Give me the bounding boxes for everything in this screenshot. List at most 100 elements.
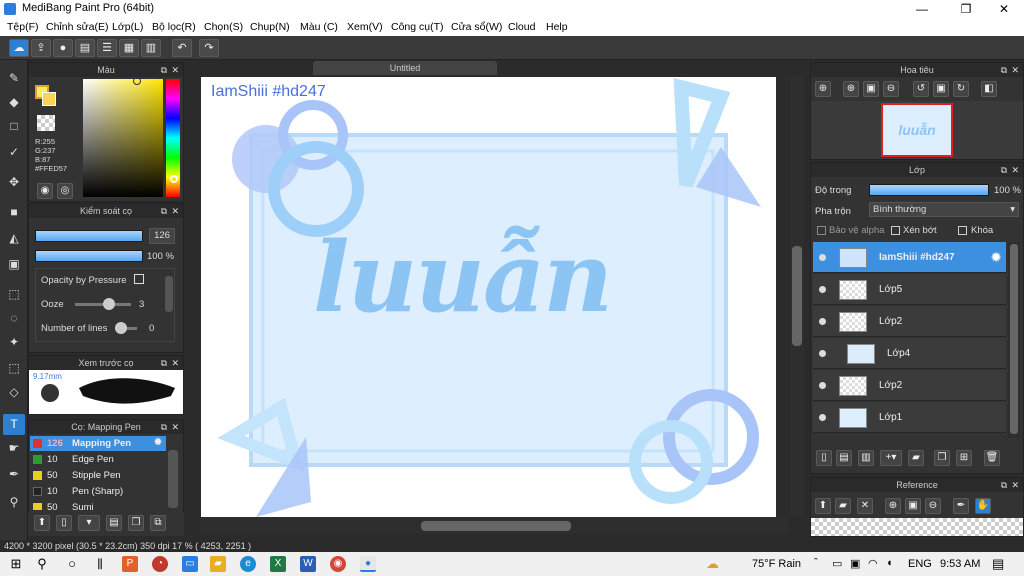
dropper-tool-icon[interactable]: ⚲ (3, 492, 25, 513)
reference-eyedropper-icon[interactable]: ✒ (953, 498, 969, 514)
brush-item-sumi[interactable]: 50 Sumi (30, 500, 166, 510)
brush-options-scrollbar[interactable] (165, 276, 173, 312)
select-rect-tool-icon[interactable]: ⬚ (3, 284, 25, 305)
panel-float-icon[interactable]: ⧉ (161, 63, 167, 77)
menu-select[interactable]: Chọn(S) (204, 21, 243, 33)
panel-float-icon[interactable]: ⧉ (1001, 63, 1007, 77)
transparent-swatch[interactable] (37, 115, 55, 131)
menu-layer[interactable]: Lớp(L) (112, 21, 143, 33)
menu-help[interactable]: Help (546, 21, 568, 33)
panel-close-icon[interactable]: ✕ (171, 63, 179, 77)
brush-item-edge-pen[interactable]: 10 Edge Pen (30, 452, 166, 467)
panel-float-icon[interactable]: ⧉ (161, 204, 167, 218)
volume-icon[interactable]: ◖ (886, 557, 893, 569)
eye-icon[interactable] (819, 414, 826, 421)
move-tool-icon[interactable]: ✥ (3, 172, 25, 193)
canvas-hscroll-thumb[interactable] (421, 521, 571, 531)
brush-menu-icon[interactable]: ▾ (78, 515, 100, 531)
panel-close-icon[interactable]: ✕ (1011, 478, 1019, 492)
bucket-tool-icon[interactable]: ◭ (3, 228, 25, 249)
brush-item-stipple-pen[interactable]: 50 Stipple Pen (30, 468, 166, 483)
zoom-in-2-icon[interactable]: ⊕ (843, 81, 859, 97)
panel-float-icon[interactable]: ⧉ (161, 420, 167, 434)
reset-view-icon[interactable]: ▣ (933, 81, 949, 97)
color-add-icon[interactable]: ◎ (57, 183, 73, 199)
gear-icon[interactable]: ✹ (990, 249, 1002, 266)
duplicate-layer-icon[interactable]: ❐ (934, 450, 950, 466)
layer-row-lop2[interactable]: Lớp2 (813, 306, 1006, 337)
navigator-thumbnail[interactable]: luuẫn (881, 103, 953, 157)
layer-row-lop2-b[interactable]: Lớp2 (813, 370, 1006, 401)
layer-row-iamshiii[interactable]: IamShiii #hd247 ✹ (813, 242, 1006, 273)
file-explorer-icon[interactable]: ▰ (210, 556, 226, 572)
eye-icon[interactable] (819, 350, 826, 357)
zoom-out-icon[interactable]: ⊖ (883, 81, 899, 97)
panel-float-icon[interactable]: ⧉ (1001, 478, 1007, 492)
language-indicator[interactable]: ENG (908, 558, 932, 570)
brush-settings-icon[interactable]: ⧉ (150, 515, 166, 531)
task-view-icon[interactable]: ○ (64, 556, 80, 572)
layer-scrollbar-thumb[interactable] (1010, 244, 1018, 434)
reference-zoom-in-icon[interactable]: ⊕ (885, 498, 901, 514)
weather-text[interactable]: 75°F Rain (752, 558, 801, 570)
color-picker-square[interactable] (83, 79, 163, 197)
eyedropper-tool-icon[interactable]: ✒ (3, 464, 25, 485)
panel-close-icon[interactable]: ✕ (1011, 163, 1019, 177)
hue-handle[interactable] (170, 175, 178, 183)
canvas-tab[interactable]: Untitled (313, 61, 497, 75)
folder-icon[interactable]: ▰ (908, 450, 924, 466)
menu-file[interactable]: Tệp(F) (7, 21, 39, 33)
eraser-tool-icon[interactable]: ◆ (3, 92, 25, 113)
panel-close-icon[interactable]: ✕ (1011, 63, 1019, 77)
reference-folder-icon[interactable]: ▰ (835, 498, 851, 514)
undo-icon[interactable]: ↶ (172, 39, 192, 57)
brush-add-icon[interactable]: ⬆ (34, 515, 50, 531)
eye-icon[interactable] (819, 286, 826, 293)
menu-edit[interactable]: Chỉnh sửa(E) (46, 21, 108, 33)
layer-row-lop5[interactable]: Lớp5 (813, 274, 1006, 305)
brush-item-pen-sharp[interactable]: 10 Pen (Sharp) (30, 484, 166, 499)
brush-new-icon[interactable]: ▯ (56, 515, 72, 531)
brush-size-value[interactable]: 126 (149, 228, 175, 244)
tray-monitor-icon[interactable]: ▣ (850, 557, 860, 570)
opacity-pressure-checkbox[interactable] (134, 274, 144, 284)
app-red-icon[interactable]: ◔ (152, 556, 168, 572)
reference-hand-icon[interactable]: ✋ (975, 498, 991, 514)
reference-fit-icon[interactable]: ▣ (905, 498, 921, 514)
excel-icon[interactable]: X (270, 556, 286, 572)
select-pen-tool-icon[interactable]: ⬚ (3, 358, 25, 379)
clip-checkbox[interactable] (891, 226, 900, 235)
eye-icon[interactable] (819, 318, 826, 325)
export-icon[interactable]: ⇪ (31, 39, 51, 57)
chrome-icon[interactable]: ◉ (330, 556, 346, 572)
new-layer-3-icon[interactable]: ▥ (858, 450, 874, 466)
secondary-color-swatch[interactable] (42, 92, 56, 106)
color-picker-handle[interactable] (133, 77, 141, 85)
brush-opacity-slider[interactable] (35, 250, 143, 262)
merge-layer-icon[interactable]: ⊞ (956, 450, 972, 466)
comment-icon[interactable]: ▤ (75, 39, 95, 57)
lock-checkbox[interactable] (958, 226, 967, 235)
menu-view[interactable]: Xem(V) (347, 21, 383, 33)
minimize-button[interactable]: — (904, 0, 940, 18)
flip-icon[interactable]: ◧ (981, 81, 997, 97)
medibang-icon[interactable]: ● (360, 556, 376, 572)
operation-tool-icon[interactable]: ☛ (3, 438, 25, 459)
layer-scrollbar[interactable] (1008, 242, 1020, 438)
protect-alpha-checkbox[interactable] (817, 226, 826, 235)
monitor-icon[interactable]: ▭ (182, 556, 198, 572)
gear-icon[interactable]: ✹ (154, 437, 162, 448)
brush-copy-icon[interactable]: ▤ (106, 515, 122, 531)
maximize-button[interactable]: ❐ (948, 0, 984, 18)
blend-mode-select[interactable]: Bình thường ▾ (869, 202, 1019, 217)
redo-icon[interactable]: ↷ (199, 39, 219, 57)
layer-opacity-slider[interactable] (869, 184, 989, 196)
menu-tools[interactable]: Công cụ(T) (391, 21, 444, 33)
new-layer-icon[interactable]: ▯ (816, 450, 832, 466)
clock[interactable]: 9:53 AM (940, 558, 980, 570)
canvas-vscroll[interactable] (790, 76, 804, 516)
notification-icon[interactable]: ▤ (992, 556, 1004, 572)
grid-icon[interactable]: ▥ (141, 39, 161, 57)
canvas-vscroll-thumb[interactable] (792, 246, 802, 346)
lasso-tool-icon[interactable]: ◌ (3, 308, 25, 329)
